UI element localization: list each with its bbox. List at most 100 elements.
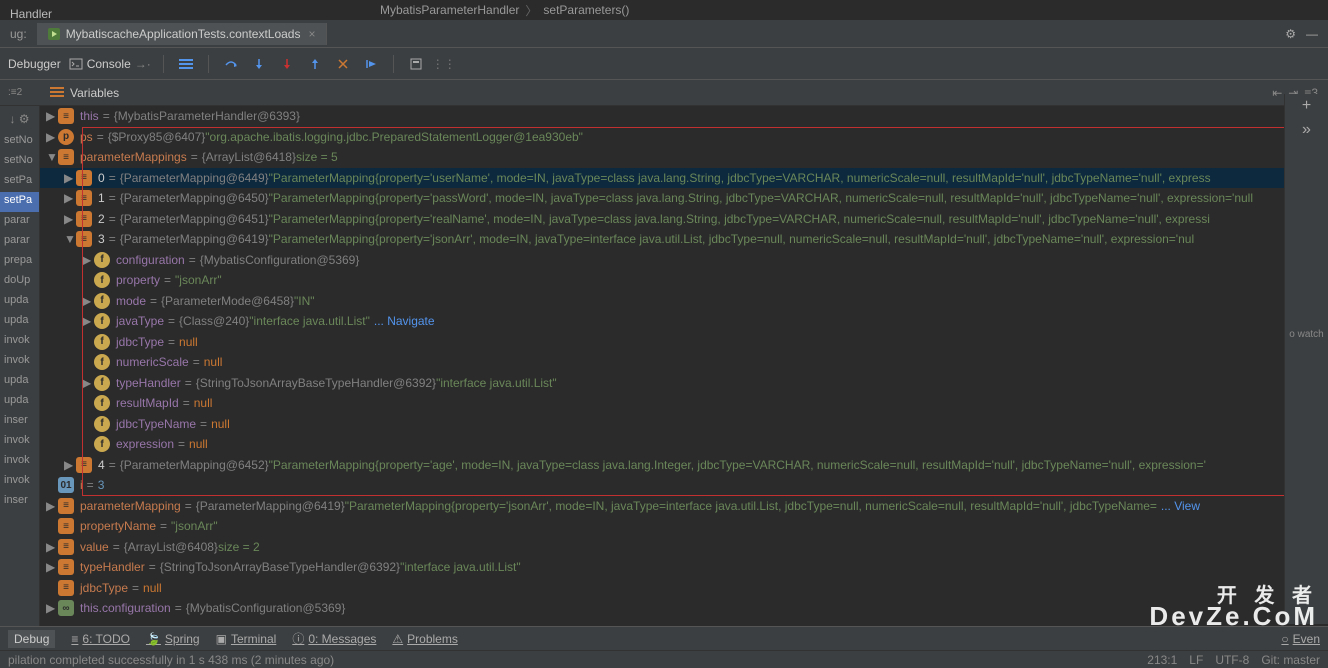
frame-item[interactable]: setNo xyxy=(0,132,39,152)
step-over-icon[interactable] xyxy=(221,54,241,74)
variable-row[interactable]: ▶≡typeHandler = {StringToJsonArrayBaseTy… xyxy=(40,557,1328,578)
variable-row[interactable]: ▼≡parameterMappings = {ArrayList@6418} s… xyxy=(40,147,1328,168)
debugger-tab[interactable]: Debugger xyxy=(8,57,61,71)
variable-row[interactable]: ▶≡1 = {ParameterMapping@6450} "Parameter… xyxy=(40,188,1328,209)
tab-terminal[interactable]: ▣Terminal xyxy=(216,632,277,646)
variable-row[interactable]: fexpression = null xyxy=(40,434,1328,455)
frame-item[interactable]: prepa xyxy=(0,252,39,272)
frame-item[interactable]: invok xyxy=(0,472,39,492)
frames-filter[interactable]: ↓ ⚙ xyxy=(0,106,39,132)
frame-item[interactable]: invok xyxy=(0,432,39,452)
variable-row[interactable]: 01i = 3 xyxy=(40,475,1328,496)
variable-row[interactable]: fresultMapId = null xyxy=(40,393,1328,414)
console-tab[interactable]: Console →· xyxy=(69,57,151,71)
evaluate-icon[interactable] xyxy=(406,54,426,74)
force-step-into-icon[interactable] xyxy=(277,54,297,74)
variable-row[interactable]: fjdbcTypeName = null xyxy=(40,414,1328,435)
expand-icon[interactable]: ▶ xyxy=(64,212,74,226)
variable-row[interactable]: ▶fjavaType = {Class@240} "interface java… xyxy=(40,311,1328,332)
variable-row[interactable]: fjdbcType = null xyxy=(40,332,1328,353)
static-icon: ∞ xyxy=(58,600,74,616)
frame-item[interactable]: invok xyxy=(0,332,39,352)
expand-icon[interactable]: ▶ xyxy=(82,253,92,267)
run-to-cursor-icon[interactable] xyxy=(361,54,381,74)
variable-row[interactable]: ▶∞this.configuration = {MybatisConfigura… xyxy=(40,598,1328,619)
variable-row[interactable]: ▶pps = {$Proxy85@6407} "org.apache.ibati… xyxy=(40,127,1328,148)
drop-frame-icon[interactable] xyxy=(333,54,353,74)
variable-row[interactable]: ▶≡value = {ArrayList@6408} size = 2 xyxy=(40,537,1328,558)
frame-item[interactable]: inser xyxy=(0,412,39,432)
expand-icon[interactable]: ▶ xyxy=(64,191,74,205)
expand-icon[interactable]: ▶ xyxy=(82,376,92,390)
close-icon[interactable]: × xyxy=(308,27,315,41)
dropdown-icon[interactable]: →· xyxy=(135,57,151,71)
expand-icon[interactable]: ▶ xyxy=(46,560,56,574)
status-git[interactable]: Git: master xyxy=(1261,653,1320,667)
frame-item[interactable]: inser xyxy=(0,492,39,512)
collapse-icon[interactable]: ▼ xyxy=(46,150,56,164)
status-position[interactable]: 213:1 xyxy=(1147,653,1177,667)
minimize-icon[interactable]: — xyxy=(1306,27,1318,41)
frame-item[interactable]: upda xyxy=(0,392,39,412)
variable-row[interactable]: ▶ftypeHandler = {StringToJsonArrayBaseTy… xyxy=(40,373,1328,394)
add-watch-icon[interactable]: + xyxy=(1285,94,1328,118)
expand-icon[interactable]: ▶ xyxy=(64,458,74,472)
variable-row[interactable]: ▶≡0 = {ParameterMapping@6449} "Parameter… xyxy=(40,168,1328,189)
tab-problems[interactable]: ⚠Problems xyxy=(392,632,457,646)
step-into-icon[interactable] xyxy=(249,54,269,74)
breadcrumb-method[interactable]: setParameters() xyxy=(543,3,629,17)
frame-item[interactable]: parar xyxy=(0,232,39,252)
variable-row[interactable]: ▶fmode = {ParameterMode@6458} "IN" xyxy=(40,291,1328,312)
expand-icon[interactable]: ▶ xyxy=(64,171,74,185)
expand-icon[interactable]: ▶ xyxy=(82,294,92,308)
variable-row[interactable]: ≡jdbcType = null xyxy=(40,578,1328,599)
variables-tree[interactable]: ▶≡this = {MybatisParameterHandler@6393} … xyxy=(40,106,1328,636)
todo-icon: ≡ xyxy=(71,632,78,646)
variable-row[interactable]: ▶≡2 = {ParameterMapping@6451} "Parameter… xyxy=(40,209,1328,230)
navigate-link[interactable]: ... Navigate xyxy=(374,314,435,328)
frame-item[interactable]: invok xyxy=(0,452,39,472)
variable-row[interactable]: ≡propertyName = "jsonArr" xyxy=(40,516,1328,537)
step-out-icon[interactable] xyxy=(305,54,325,74)
tab-event-log[interactable]: ○Even xyxy=(1281,632,1320,646)
status-line-sep[interactable]: LF xyxy=(1189,653,1203,667)
trace-icon[interactable]: ⋮⋮ xyxy=(434,54,454,74)
variable-row[interactable]: ▶fconfiguration = {MybatisConfiguration@… xyxy=(40,250,1328,271)
breadcrumb-class[interactable]: MybatisParameterHandler xyxy=(380,3,519,17)
variable-row[interactable]: ▶≡this = {MybatisParameterHandler@6393} xyxy=(40,106,1328,127)
frame-item[interactable]: upda xyxy=(0,372,39,392)
variable-row[interactable]: ▼≡3 = {ParameterMapping@6419} "Parameter… xyxy=(40,229,1328,250)
tab-todo[interactable]: ≡6: TODO xyxy=(71,632,130,646)
frame-item[interactable]: setPa xyxy=(0,172,39,192)
tab-messages[interactable]: ⓘ0: Messages xyxy=(292,630,376,647)
value-string: "ParameterMapping{property='passWord', m… xyxy=(269,191,1253,205)
frame-item[interactable]: setNo xyxy=(0,152,39,172)
expand-icon[interactable]: ▶ xyxy=(82,314,92,328)
navigate-link[interactable]: ... View xyxy=(1161,499,1200,513)
layout-icon[interactable] xyxy=(176,54,196,74)
variable-row[interactable]: fproperty = "jsonArr" xyxy=(40,270,1328,291)
tab-debug[interactable]: Debug xyxy=(8,630,55,648)
frame-item[interactable]: doUp xyxy=(0,272,39,292)
filter-icon[interactable]: ↓ ⚙ xyxy=(9,112,29,126)
frame-item[interactable]: parar xyxy=(0,212,39,232)
tab-spring[interactable]: 🍃Spring xyxy=(146,632,200,646)
collapse-icon[interactable]: ⇤ xyxy=(1272,86,1282,100)
status-encoding[interactable]: UTF-8 xyxy=(1215,653,1249,667)
collapse-icon[interactable]: ▼ xyxy=(64,232,74,246)
gear-icon[interactable]: ⚙ xyxy=(1285,27,1296,41)
expand-icon[interactable]: ▶ xyxy=(46,601,56,615)
expand-icon[interactable]: ▶ xyxy=(46,499,56,513)
variable-row[interactable]: ▶≡4 = {ParameterMapping@6452} "Parameter… xyxy=(40,455,1328,476)
frame-item[interactable]: setPa xyxy=(0,192,39,212)
expand-icon[interactable]: ▶ xyxy=(46,109,56,123)
variable-row[interactable]: fnumericScale = null xyxy=(40,352,1328,373)
more-icon[interactable]: » xyxy=(1285,118,1328,142)
expand-icon[interactable]: ▶ xyxy=(46,540,56,554)
frame-item[interactable]: upda xyxy=(0,312,39,332)
frame-item[interactable]: upda xyxy=(0,292,39,312)
frame-item[interactable]: invok xyxy=(0,352,39,372)
variable-row[interactable]: ▶≡parameterMapping = {ParameterMapping@6… xyxy=(40,496,1328,517)
expand-icon[interactable]: ▶ xyxy=(46,130,56,144)
editor-tab[interactable]: MybatiscacheApplicationTests.contextLoad… xyxy=(37,23,327,45)
